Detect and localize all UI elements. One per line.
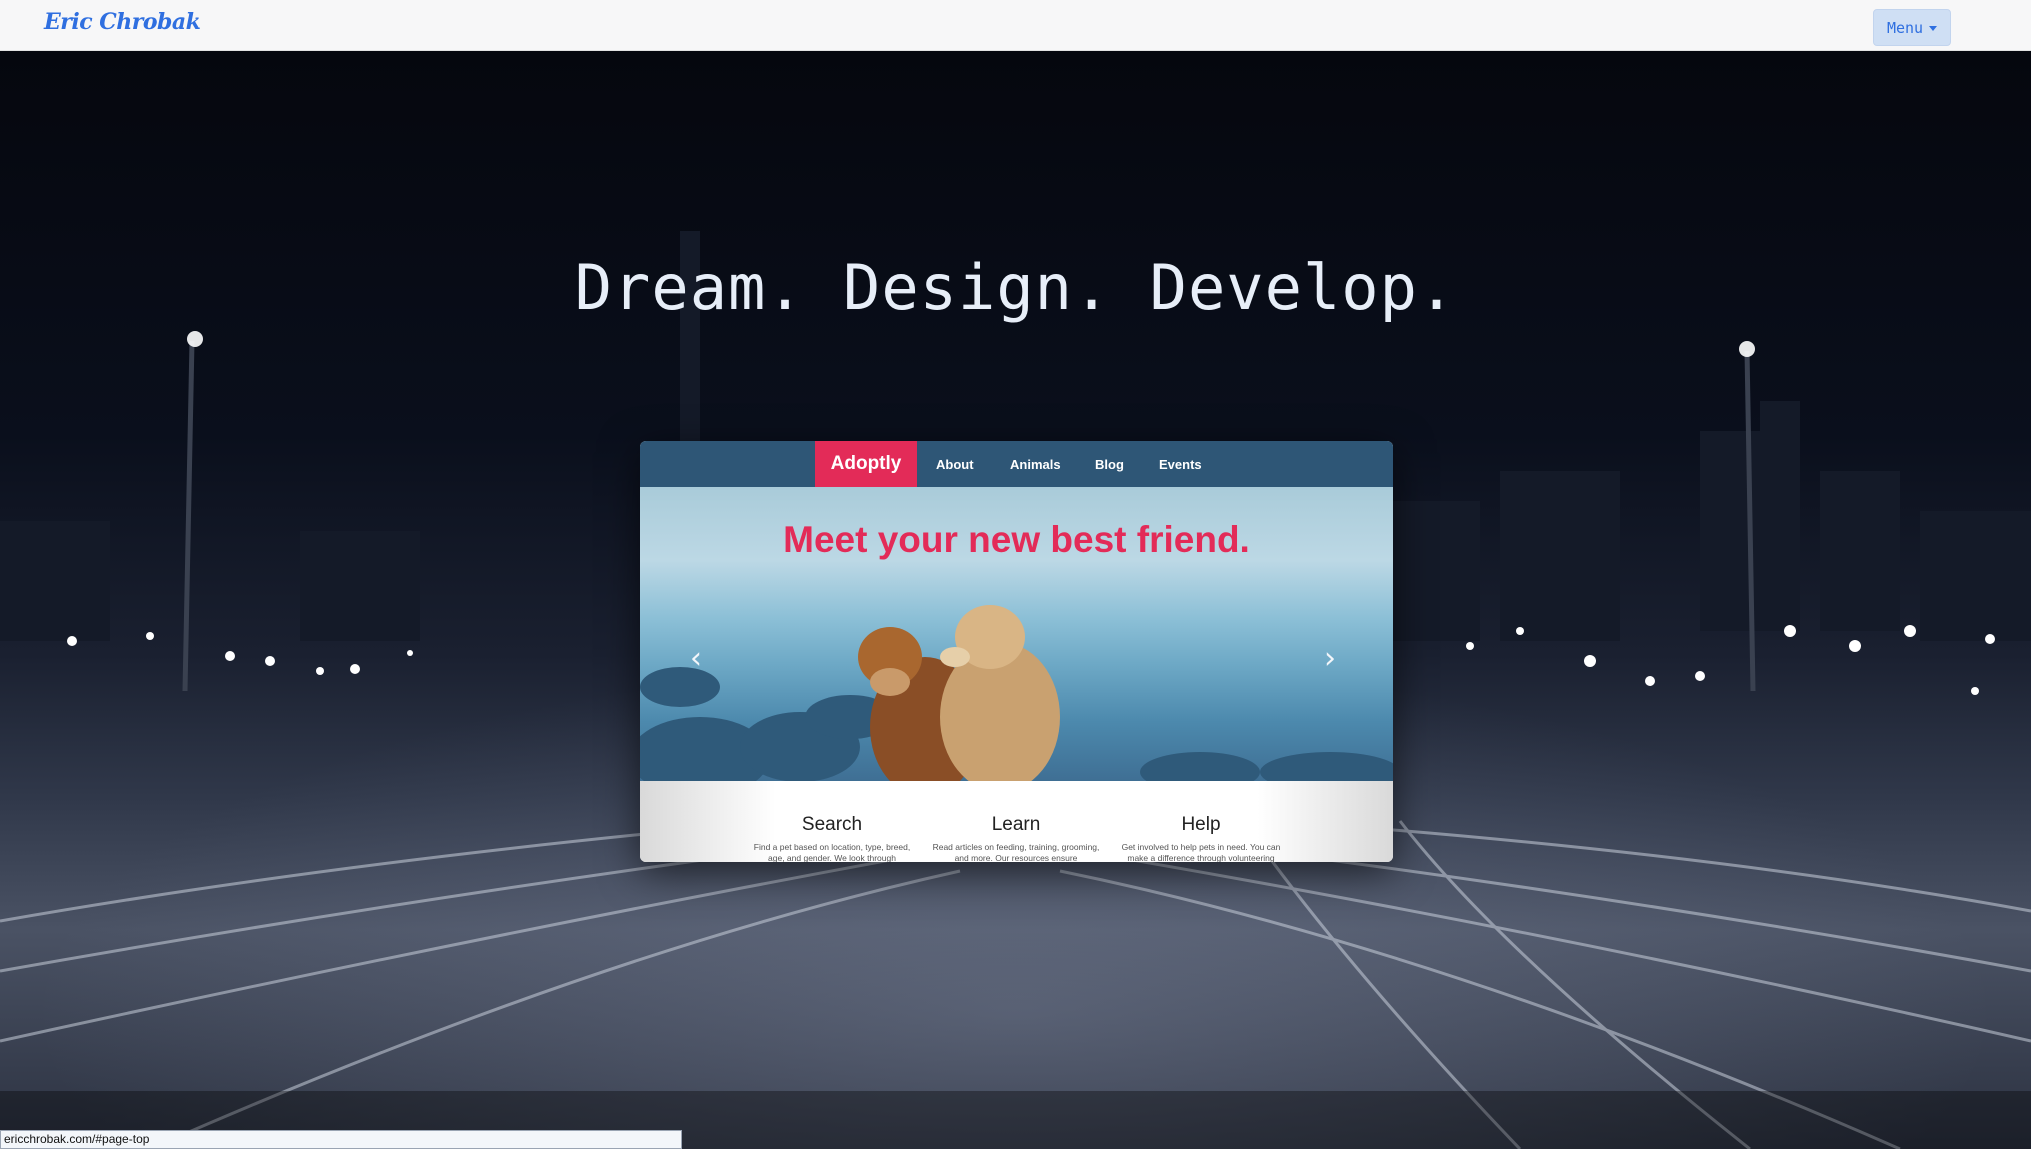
feature-learn: Learn Read articles on feeding, training… bbox=[931, 781, 1101, 862]
card-brand: Adoptly bbox=[815, 441, 917, 487]
top-navbar: Eric Chrobak Menu bbox=[0, 0, 2031, 51]
portfolio-screenshot-card[interactable]: Adoptly About Animals Blog Events Meet y… bbox=[640, 441, 1393, 862]
feature-title: Learn bbox=[991, 814, 1041, 835]
browser-status-url: ericchrobak.com/#page-top bbox=[0, 1130, 682, 1149]
feature-search: Search Find a pet based on location, typ… bbox=[747, 781, 917, 862]
card-hero-image: Meet your new best friend. ‹ › bbox=[640, 487, 1393, 781]
carousel-next-arrow-icon[interactable]: › bbox=[1324, 644, 1344, 674]
carousel-prev-arrow-icon[interactable]: ‹ bbox=[690, 644, 710, 674]
site-brand-link[interactable]: Eric Chrobak bbox=[44, 9, 201, 35]
card-navbar: Adoptly About Animals Blog Events bbox=[640, 441, 1393, 487]
feature-title: Help bbox=[1181, 814, 1221, 835]
card-features: Search Find a pet based on location, typ… bbox=[640, 781, 1393, 862]
card-nav-blog: Blog bbox=[1095, 456, 1124, 472]
card-nav-about: About bbox=[936, 456, 974, 472]
feature-text: Get involved to help pets in need. You c… bbox=[1121, 842, 1281, 862]
menu-button-label: Menu bbox=[1886, 18, 1924, 37]
feature-help: Help Get involved to help pets in need. … bbox=[1116, 781, 1286, 862]
hero-section: Dream. Design. Develop. Adoptly About An… bbox=[0, 51, 2031, 1149]
caret-down-icon bbox=[1929, 26, 1938, 31]
hero-headline: Dream. Design. Develop. bbox=[574, 251, 1457, 324]
feature-text: Find a pet based on location, type, bree… bbox=[753, 842, 911, 862]
card-nav-animals: Animals bbox=[1010, 456, 1061, 472]
menu-dropdown-button[interactable]: Menu bbox=[1873, 9, 1951, 46]
feature-title: Search bbox=[801, 814, 863, 835]
card-nav-events: Events bbox=[1159, 456, 1202, 472]
feature-text: Read articles on feeding, training, groo… bbox=[932, 842, 1100, 862]
card-hero-title: Meet your new best friend. bbox=[783, 519, 1250, 560]
